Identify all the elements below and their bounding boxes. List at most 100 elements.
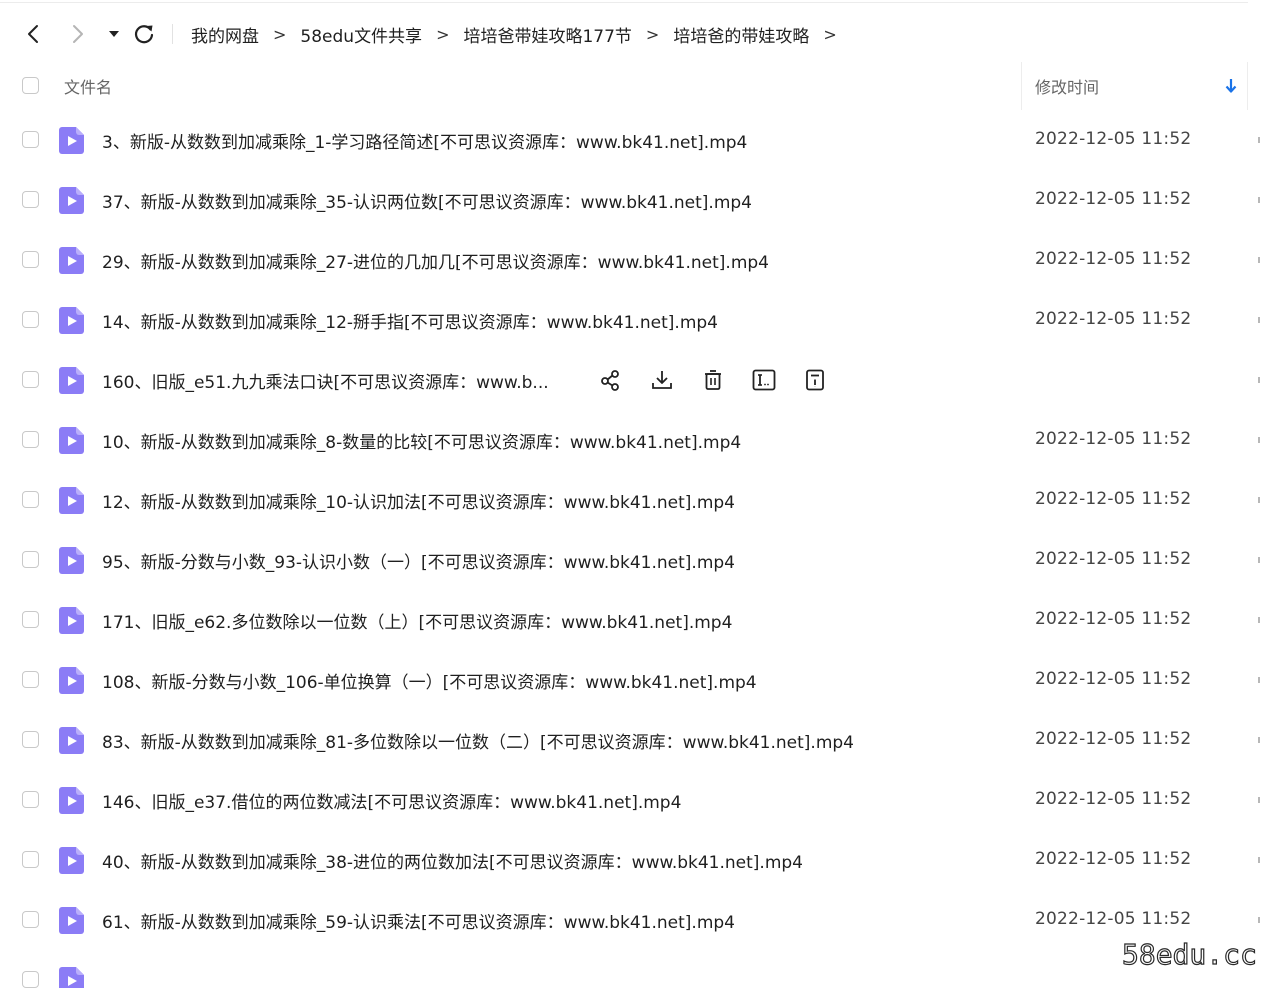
file-row[interactable]: 40、新版-从数数到加减乘除_38-进位的两位数加法[不可思议资源库：www.b… — [0, 830, 1262, 890]
list-header: 文件名 修改时间 — [0, 62, 1262, 110]
download-icon — [652, 371, 672, 389]
file-name[interactable]: 40、新版-从数数到加减乘除_38-进位的两位数加法[不可思议资源库：www.b… — [102, 848, 803, 873]
file-row[interactable]: 3、新版-从数数到加减乘除_1-学习路径简述[不可思议资源库：www.bk41.… — [0, 110, 1262, 170]
file-name[interactable]: 171、旧版_e62.多位数除以一位数（上）[不可思议资源库：www.bk41.… — [102, 608, 732, 633]
more-button[interactable] — [802, 367, 828, 393]
share-button[interactable] — [598, 367, 624, 393]
row-actions — [598, 367, 853, 393]
row-checkbox[interactable] — [22, 671, 39, 688]
video-file-icon — [59, 127, 84, 154]
file-row[interactable]: 108、新版-分数与小数_106-单位换算（一）[不可思议资源库：www.bk4… — [0, 650, 1262, 710]
row-checkbox[interactable] — [22, 191, 39, 208]
file-row[interactable]: 171、旧版_e62.多位数除以一位数（上）[不可思议资源库：www.bk41.… — [0, 590, 1262, 650]
row-edge-mark — [1258, 557, 1260, 563]
file-modified-time: 2022-12-05 11:52 — [1035, 549, 1192, 569]
back-button[interactable] — [21, 22, 45, 46]
delete-button[interactable] — [700, 367, 726, 393]
file-name[interactable]: 108、新版-分数与小数_106-单位换算（一）[不可思议资源库：www.bk4… — [102, 668, 757, 693]
row-checkbox[interactable] — [22, 851, 39, 868]
file-name[interactable]: 29、新版-从数数到加减乘除_27-进位的几加几[不可思议资源库：www.bk4… — [102, 248, 769, 273]
file-name[interactable]: 14、新版-从数数到加减乘除_12-掰手指[不可思议资源库：www.bk41.n… — [102, 308, 718, 333]
row-checkbox[interactable] — [22, 611, 39, 628]
file-row[interactable]: 12、新版-从数数到加减乘除_10-认识加法[不可思议资源库：www.bk41.… — [0, 470, 1262, 530]
breadcrumb-item[interactable]: 我的网盘 — [191, 22, 259, 47]
video-file-icon — [59, 967, 84, 988]
file-name[interactable]: 37、新版-从数数到加减乘除_35-认识两位数[不可思议资源库：www.bk41… — [102, 188, 752, 213]
file-modified-time: 2022-12-05 11:52 — [1035, 789, 1192, 809]
row-checkbox[interactable] — [22, 791, 39, 808]
column-header-time[interactable]: 修改时间 — [1035, 74, 1099, 98]
column-divider-right[interactable] — [1247, 62, 1248, 110]
file-name[interactable]: 95、新版-分数与小数_93-认识小数（一）[不可思议资源库：www.bk41.… — [102, 548, 735, 573]
row-checkbox[interactable] — [22, 491, 39, 508]
row-edge-mark — [1258, 797, 1260, 803]
file-modified-time: 2022-12-05 11:52 — [1035, 189, 1192, 209]
file-name[interactable]: 10、新版-从数数到加减乘除_8-数量的比较[不可思议资源库：www.bk41.… — [102, 428, 741, 453]
file-row[interactable]: 146、旧版_e37.借位的两位数减法[不可思议资源库：www.bk41.net… — [0, 770, 1262, 830]
file-row[interactable]: 29、新版-从数数到加减乘除_27-进位的几加几[不可思议资源库：www.bk4… — [0, 230, 1262, 290]
row-checkbox[interactable] — [22, 431, 39, 448]
file-row[interactable]: 160、旧版_e51.九九乘法口诀[不可思议资源库：www.b... — [0, 350, 1262, 410]
file-modified-time: 2022-12-05 11:52 — [1035, 849, 1192, 869]
video-file-icon — [59, 427, 84, 454]
row-checkbox[interactable] — [22, 311, 39, 328]
row-edge-mark — [1258, 677, 1260, 683]
rename-button[interactable] — [751, 367, 777, 393]
file-name[interactable]: 146、旧版_e37.借位的两位数减法[不可思议资源库：www.bk41.net… — [102, 788, 681, 813]
breadcrumb-item[interactable]: 培培爸带娃攻略177节 — [463, 22, 631, 47]
file-row[interactable]: 37、新版-从数数到加减乘除_35-认识两位数[不可思议资源库：www.bk41… — [0, 170, 1262, 230]
breadcrumb-separator: > — [823, 24, 837, 44]
row-checkbox[interactable] — [22, 371, 39, 388]
file-modified-time: 2022-12-05 11:52 — [1035, 249, 1192, 269]
breadcrumb-separator: > — [273, 24, 287, 44]
forward-button[interactable] — [66, 22, 90, 46]
breadcrumb-separator: > — [645, 24, 660, 44]
file-row[interactable]: 14、新版-从数数到加减乘除_12-掰手指[不可思议资源库：www.bk41.n… — [0, 290, 1262, 350]
arrow-down-icon[interactable] — [1224, 76, 1238, 96]
row-edge-mark — [1258, 437, 1260, 443]
select-all-checkbox[interactable] — [22, 77, 39, 94]
row-checkbox[interactable] — [22, 911, 39, 928]
download-button[interactable] — [649, 367, 675, 393]
file-row[interactable] — [0, 950, 1262, 988]
caret-down-icon — [109, 31, 119, 37]
breadcrumb-item[interactable]: 58edu文件共享 — [300, 22, 422, 47]
row-checkbox[interactable] — [22, 251, 39, 268]
history-dropdown-button[interactable] — [102, 22, 126, 46]
row-checkbox[interactable] — [22, 551, 39, 568]
file-name[interactable]: 12、新版-从数数到加减乘除_10-认识加法[不可思议资源库：www.bk41.… — [102, 488, 735, 513]
file-modified-time: 2022-12-05 11:52 — [1035, 129, 1192, 149]
file-row[interactable]: 10、新版-从数数到加减乘除_8-数量的比较[不可思议资源库：www.bk41.… — [0, 410, 1262, 470]
video-file-icon — [59, 367, 84, 394]
breadcrumb-separator: > — [436, 24, 450, 44]
row-edge-mark — [1258, 617, 1260, 623]
breadcrumb-item[interactable]: 培培爸的带娃攻略 — [673, 22, 809, 47]
row-edge-mark — [1258, 737, 1260, 743]
share-icon — [601, 370, 619, 391]
video-file-icon — [59, 187, 84, 214]
file-row[interactable]: 95、新版-分数与小数_93-认识小数（一）[不可思议资源库：www.bk41.… — [0, 530, 1262, 590]
file-name[interactable]: 61、新版-从数数到加减乘除_59-认识乘法[不可思议资源库：www.bk41.… — [102, 908, 735, 933]
video-file-icon — [59, 547, 84, 574]
file-name[interactable]: 3、新版-从数数到加减乘除_1-学习路径简述[不可思议资源库：www.bk41.… — [102, 128, 747, 153]
column-header-name[interactable]: 文件名 — [64, 74, 112, 98]
file-name[interactable]: 83、新版-从数数到加减乘除_81-多位数除以一位数（二）[不可思议资源库：ww… — [102, 728, 854, 753]
trash-icon — [705, 370, 721, 390]
row-checkbox[interactable] — [22, 131, 39, 148]
breadcrumb: 我的网盘 >58edu文件共享 > 培培爸带娃攻略177节 > 培培爸的带娃攻略 > — [191, 14, 851, 54]
column-divider[interactable] — [1021, 62, 1022, 110]
file-modified-time: 2022-12-05 11:52 — [1035, 609, 1192, 629]
top-divider — [0, 2, 1248, 3]
row-edge-mark — [1258, 857, 1260, 863]
file-modified-time: 2022-12-05 11:52 — [1035, 669, 1192, 689]
row-checkbox[interactable] — [22, 971, 39, 988]
file-modified-time: 2022-12-05 11:52 — [1035, 729, 1192, 749]
file-modified-time: 2022-12-05 11:52 — [1035, 309, 1192, 329]
row-checkbox[interactable] — [22, 731, 39, 748]
file-row[interactable]: 83、新版-从数数到加减乘除_81-多位数除以一位数（二）[不可思议资源库：ww… — [0, 710, 1262, 770]
file-name[interactable]: 160、旧版_e51.九九乘法口诀[不可思议资源库：www.b... — [102, 368, 549, 393]
file-modified-time: 2022-12-05 11:52 — [1035, 489, 1192, 509]
toolbar: 我的网盘 >58edu文件共享 > 培培爸带娃攻略177节 > 培培爸的带娃攻略 > — [0, 14, 1262, 54]
file-row[interactable]: 61、新版-从数数到加减乘除_59-认识乘法[不可思议资源库：www.bk41.… — [0, 890, 1262, 950]
refresh-button[interactable] — [132, 22, 156, 46]
